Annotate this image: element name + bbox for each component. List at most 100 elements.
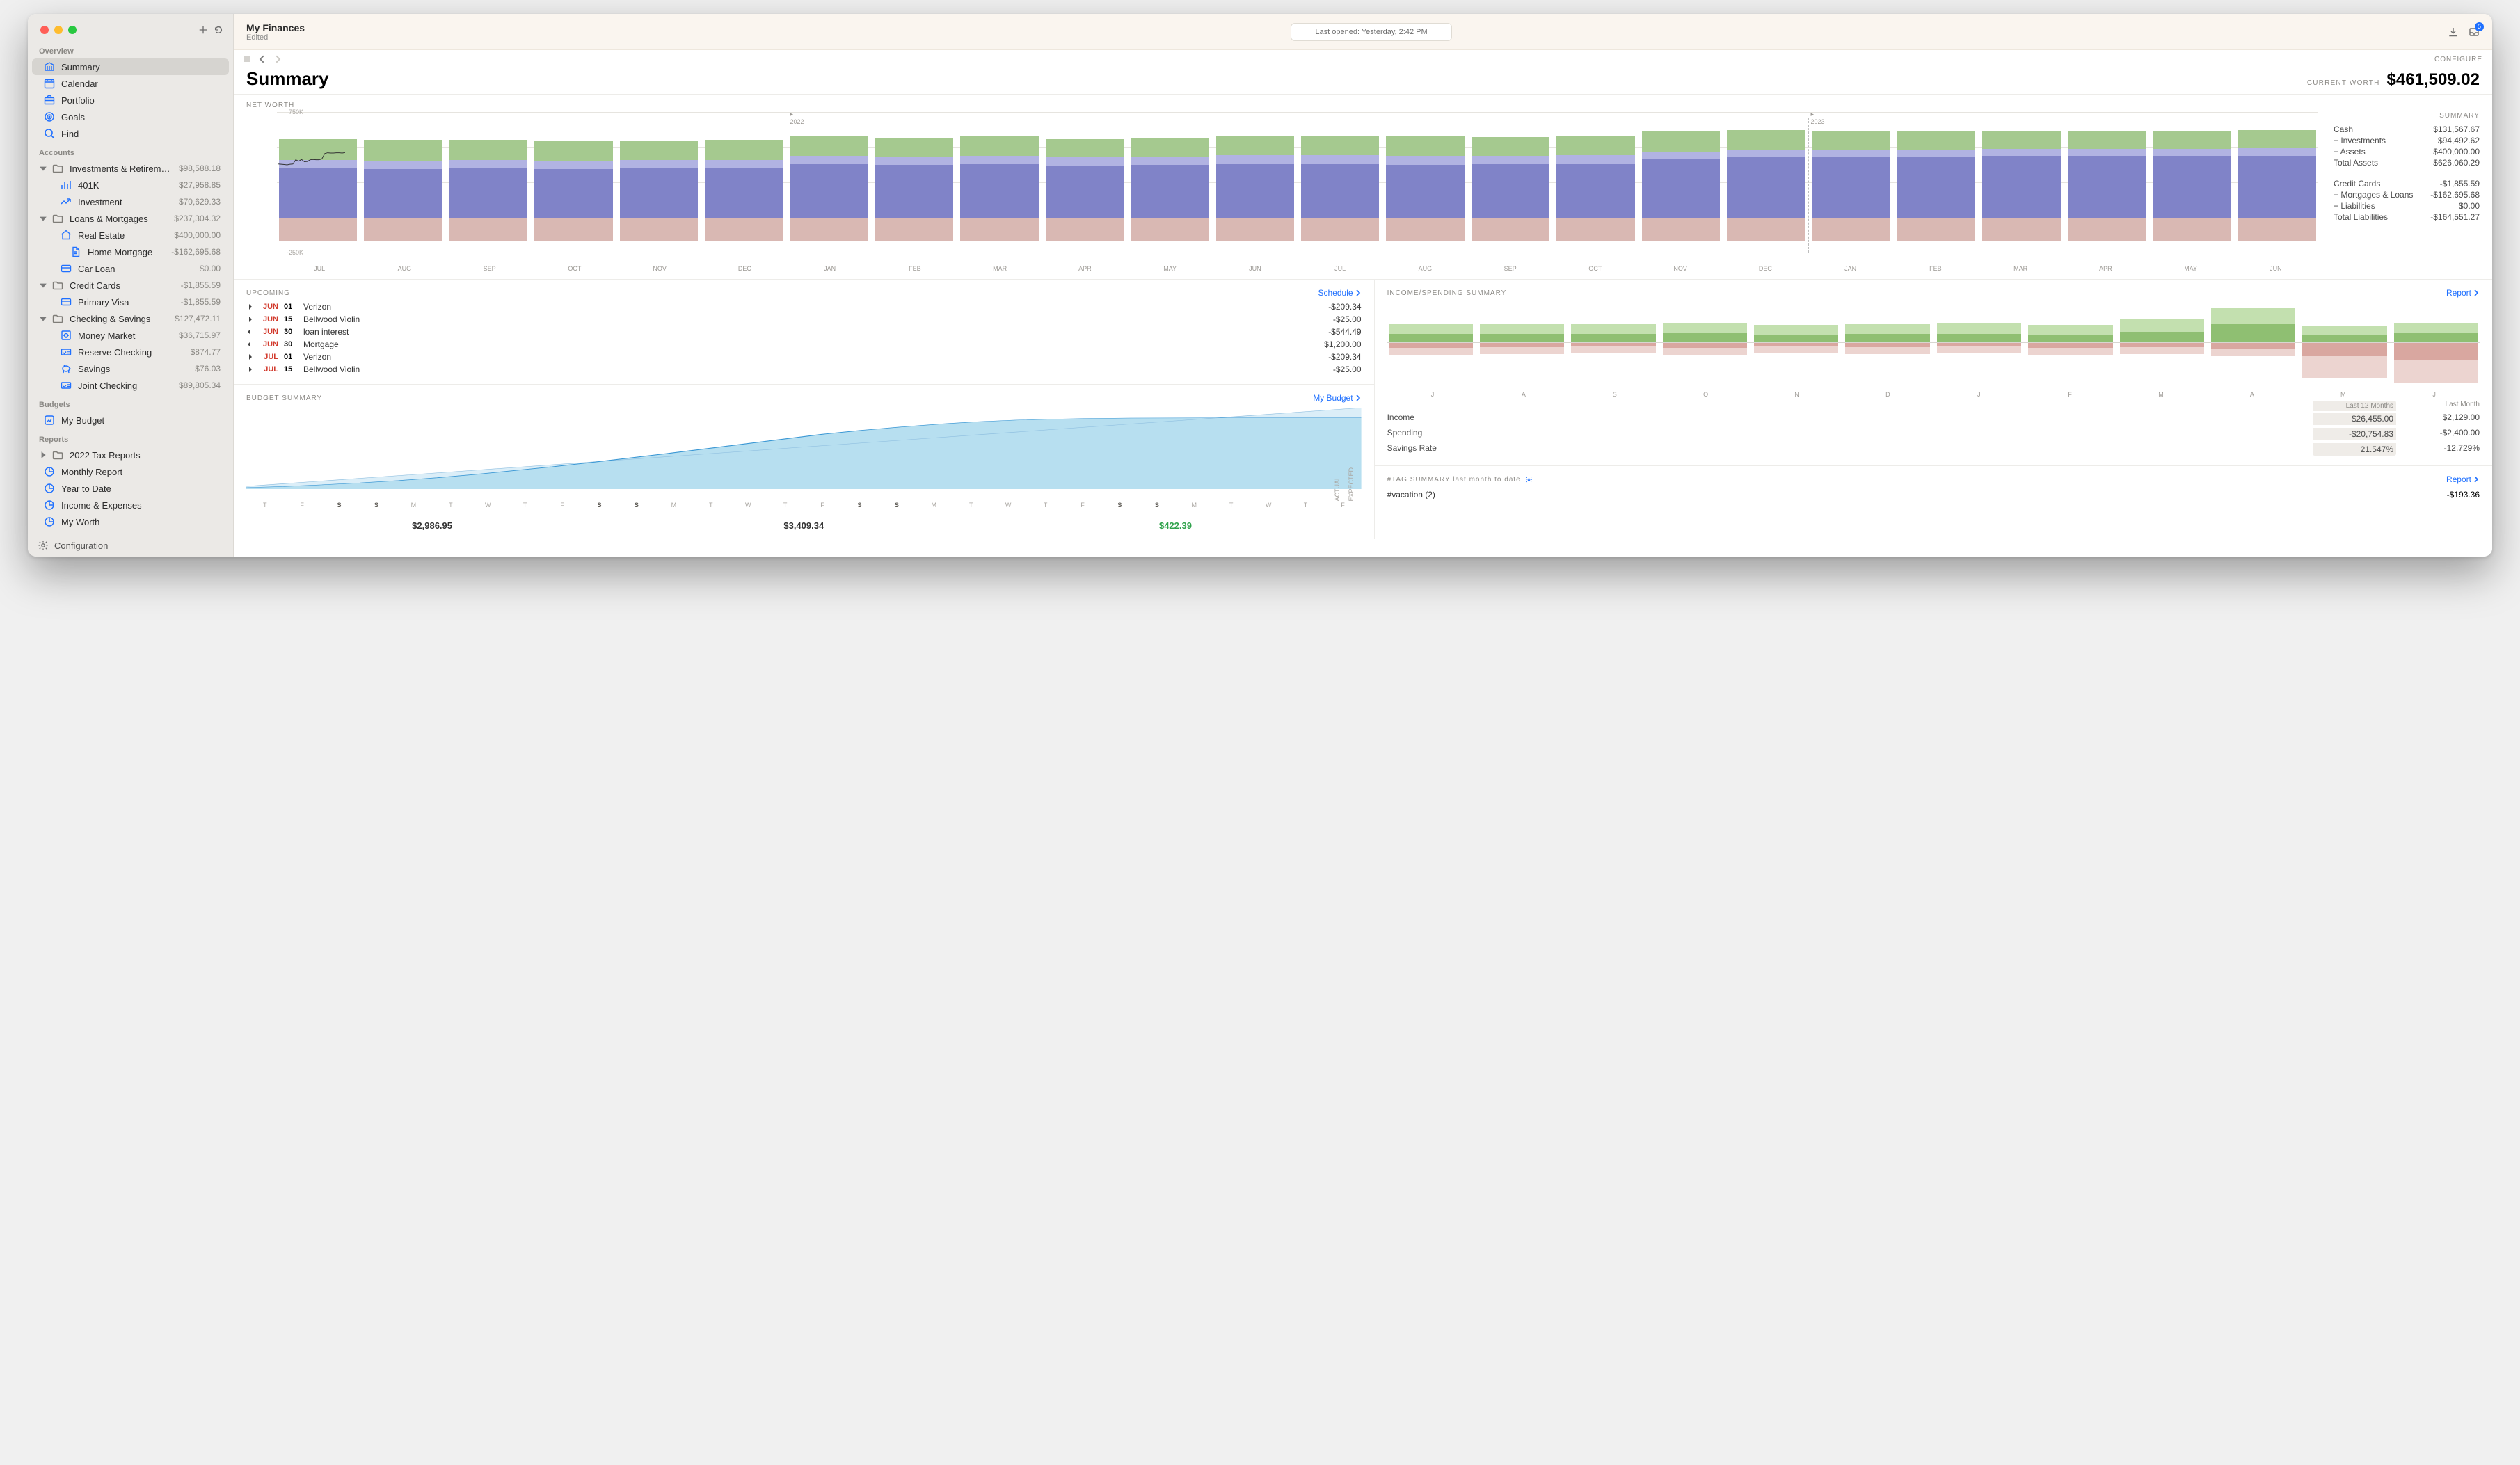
tag-summary-link[interactable]: Report <box>2446 474 2480 484</box>
net-worth-bar[interactable] <box>1469 112 1552 253</box>
gear-icon[interactable] <box>1525 476 1533 483</box>
sidebar-item-budget[interactable]: My Budget <box>32 412 229 429</box>
account-group[interactable]: Investments & Retirement $98,588.18 <box>32 160 229 177</box>
forward-button[interactable] <box>273 54 282 64</box>
disclosure-triangle-icon[interactable] <box>39 214 47 223</box>
net-worth-bar[interactable] <box>532 112 614 253</box>
inbox-badge: 5 <box>2475 22 2484 31</box>
net-worth-bar[interactable] <box>788 112 870 253</box>
calendar-icon <box>43 77 56 90</box>
net-worth-bar[interactable] <box>703 112 785 253</box>
budget-label: BUDGET SUMMARY <box>246 394 322 402</box>
sidebar-configuration[interactable]: Configuration <box>28 534 233 557</box>
net-worth-bar[interactable] <box>2151 112 2233 253</box>
net-worth-bar[interactable] <box>1299 112 1381 253</box>
net-worth-bar[interactable] <box>2236 112 2318 253</box>
upcoming-row[interactable]: JUN 30 loan interest -$544.49 <box>246 326 1362 338</box>
zoom-window-button[interactable] <box>68 26 77 34</box>
download-icon[interactable] <box>2448 26 2459 38</box>
net-worth-bar[interactable] <box>1384 112 1466 253</box>
net-worth-bar[interactable] <box>873 112 955 253</box>
panel-income-spending: INCOME/SPENDING SUMMARY Report <box>1375 280 2492 465</box>
account-row[interactable]: 401K $27,958.85 <box>32 177 229 193</box>
sidebar-item-report[interactable]: Year to Date <box>32 480 229 497</box>
account-group[interactable]: Checking & Savings $127,472.11 <box>32 310 229 327</box>
disclosure-triangle-icon[interactable] <box>39 451 47 459</box>
sidebar-item-report[interactable]: Monthly Report <box>32 463 229 480</box>
upcoming-amount: -$209.34 <box>1328 302 1361 312</box>
upcoming-amount: $1,200.00 <box>1324 339 1361 349</box>
income-spending-chart[interactable]: JASONDJFMAMJ <box>1387 301 2480 398</box>
sidebar-scroll[interactable]: Overview Summary Calendar Portfolio Goal… <box>28 40 233 534</box>
upcoming-row[interactable]: JUL 01 Verizon -$209.34 <box>246 351 1362 363</box>
back-button[interactable] <box>257 54 267 64</box>
account-row[interactable]: Reserve Checking $874.77 <box>32 344 229 360</box>
account-group[interactable]: Credit Cards -$1,855.59 <box>32 277 229 294</box>
is-table-header: Last 12 MonthsLast Month <box>1387 401 2480 411</box>
account-row[interactable]: Money Market $36,715.97 <box>32 327 229 344</box>
net-worth-bar[interactable] <box>362 112 444 253</box>
account-row[interactable]: Savings $76.03 <box>32 360 229 377</box>
net-worth-bar[interactable] <box>1980 112 2062 253</box>
sidebar-item-summary[interactable]: Summary <box>32 58 229 75</box>
sidebar-section-reports: Reports <box>28 429 233 447</box>
net-worth-bar[interactable] <box>958 112 1040 253</box>
sidebar-item-report[interactable]: 2022 Tax Reports <box>32 447 229 463</box>
account-row[interactable]: Real Estate $400,000.00 <box>32 227 229 243</box>
upcoming-schedule-link[interactable]: Schedule <box>1318 288 1362 298</box>
tag-row[interactable]: #vacation (2)-$193.36 <box>1387 487 2480 502</box>
content-scroll[interactable]: Summary CURRENT WORTH $461,509.02 NET WO… <box>234 65 2492 557</box>
sidebar-item-calendar[interactable]: Calendar <box>32 75 229 92</box>
sidebar-toggle-icon[interactable] <box>244 55 252 63</box>
net-worth-bar[interactable] <box>1129 112 1211 253</box>
account-group[interactable]: Loans & Mortgages $237,304.32 <box>32 210 229 227</box>
budget-val-expected: $3,409.34 <box>618 520 989 531</box>
account-label: Savings <box>78 364 189 374</box>
budget-chart[interactable]: TFSSMTWTFSSMTWTFSSMTWTFSSMTWTFACTUAL EXP… <box>246 406 1362 531</box>
net-worth-bar[interactable] <box>1640 112 1722 253</box>
net-worth-bar[interactable] <box>1810 112 1892 253</box>
close-window-button[interactable] <box>40 26 49 34</box>
net-worth-bar[interactable] <box>1554 112 1636 253</box>
disclosure-triangle-icon[interactable] <box>39 281 47 289</box>
net-worth-bar[interactable] <box>2066 112 2148 253</box>
budget-link[interactable]: My Budget <box>1313 393 1361 403</box>
account-row[interactable]: Car Loan $0.00 <box>32 260 229 277</box>
net-worth-bar[interactable] <box>618 112 700 253</box>
folder-icon <box>51 162 64 175</box>
upcoming-row[interactable]: JUN 30 Mortgage $1,200.00 <box>246 338 1362 351</box>
minimize-window-button[interactable] <box>54 26 63 34</box>
sidebar-item-report[interactable]: My Worth <box>32 513 229 530</box>
arrow-icon <box>246 328 253 335</box>
add-icon[interactable] <box>198 25 208 35</box>
disclosure-triangle-icon[interactable] <box>39 314 47 323</box>
status-pill[interactable]: Last opened: Yesterday, 2:42 PM <box>1291 23 1451 41</box>
account-row[interactable]: Joint Checking $89,805.34 <box>32 377 229 394</box>
income-spending-link[interactable]: Report <box>2446 288 2480 298</box>
net-worth-bar[interactable] <box>447 112 529 253</box>
upcoming-row[interactable]: JUL 15 Bellwood Violin -$25.00 <box>246 363 1362 376</box>
upcoming-row[interactable]: JUN 01 Verizon -$209.34 <box>246 301 1362 313</box>
summary-row: + Investments$94,492.62 <box>2334 135 2480 146</box>
account-row[interactable]: Investment $70,629.33 <box>32 193 229 210</box>
account-row[interactable]: Primary Visa -$1,855.59 <box>32 294 229 310</box>
sidebar-configuration-label: Configuration <box>54 541 108 551</box>
budget-actual-label: ACTUAL <box>1334 477 1341 502</box>
net-worth-bar[interactable] <box>1214 112 1296 253</box>
sidebar-item-report[interactable]: Income & Expenses <box>32 497 229 513</box>
net-worth-bar[interactable] <box>1725 112 1807 253</box>
net-worth-bar[interactable] <box>1044 112 1126 253</box>
net-worth-chart[interactable]: 750K500K250K0-250K <box>246 112 2321 272</box>
sidebar-item-goals[interactable]: Goals <box>32 109 229 125</box>
upcoming-row[interactable]: JUN 15 Bellwood Violin -$25.00 <box>246 313 1362 326</box>
inbox-icon[interactable]: 5 <box>2469 26 2480 38</box>
sidebar-item-find[interactable]: Find <box>32 125 229 142</box>
refresh-icon[interactable] <box>214 25 223 35</box>
sidebar-item-portfolio[interactable]: Portfolio <box>32 92 229 109</box>
configure-button[interactable]: CONFIGURE <box>2434 56 2482 63</box>
account-label: Primary Visa <box>78 297 175 307</box>
account-group-label: Loans & Mortgages <box>70 214 168 224</box>
disclosure-triangle-icon[interactable] <box>39 164 47 173</box>
net-worth-bar[interactable] <box>1895 112 1977 253</box>
account-row[interactable]: Home Mortgage -$162,695.68 <box>32 243 229 260</box>
